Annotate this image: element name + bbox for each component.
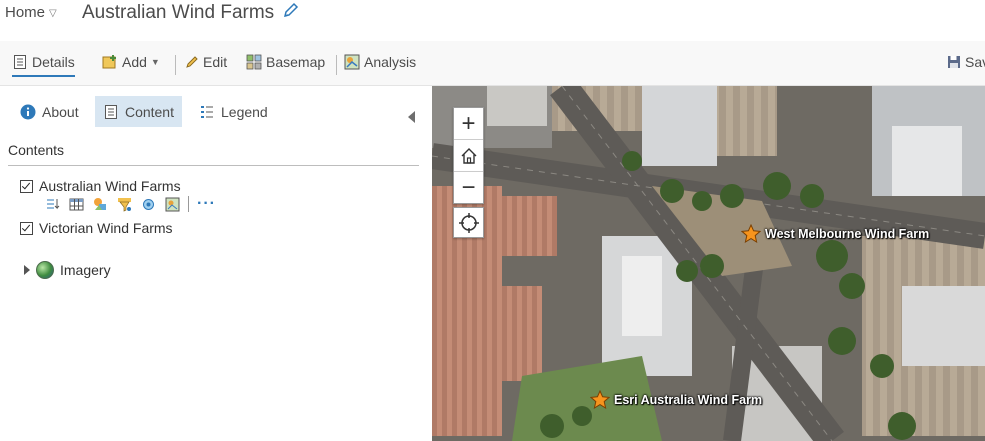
add-layer-icon	[102, 55, 116, 69]
save-button[interactable]: Sav	[947, 54, 985, 70]
details-button[interactable]: Details	[12, 54, 75, 77]
feature-label: West Melbourne Wind Farm	[765, 226, 930, 241]
basemap-button[interactable]: Basemap	[246, 54, 325, 70]
create-labels-icon[interactable]	[164, 196, 180, 212]
analysis-button[interactable]: Analysis	[344, 54, 416, 70]
map-view[interactable]: + − West Melbourne Wind Farm Esri Austra…	[432, 86, 985, 441]
pencil-icon	[186, 56, 198, 68]
main-toolbar: Details Add ▼ Edit Basemap Analysis Sav	[0, 41, 985, 86]
zoom-in-button[interactable]: +	[454, 108, 483, 140]
tab-content[interactable]: Content	[95, 96, 182, 127]
divider	[8, 165, 419, 166]
app-header: Home ▽ Australian Wind Farms	[0, 0, 985, 40]
tab-legend-label: Legend	[221, 103, 268, 120]
edit-button[interactable]: Edit	[185, 54, 227, 70]
chevron-down-icon: ▼	[150, 57, 160, 67]
table-icon[interactable]	[68, 196, 84, 212]
basemap-layer-imagery: Imagery	[24, 261, 111, 279]
save-label: Sav	[965, 54, 985, 70]
edit-title-pencil-icon[interactable]	[282, 1, 300, 25]
zoom-out-button[interactable]: −	[454, 172, 483, 203]
panel-tabs: About Content Legend	[0, 96, 431, 127]
map-feature-west-melbourne[interactable]: West Melbourne Wind Farm	[741, 224, 929, 243]
expand-triangle-icon[interactable]	[24, 265, 30, 275]
show-item-details-icon[interactable]	[44, 196, 60, 212]
layer-label[interactable]: Australian Wind Farms	[39, 178, 181, 194]
layer-label[interactable]: Victorian Wind Farms	[39, 220, 173, 236]
layer-visibility-checkbox[interactable]	[20, 179, 33, 193]
analysis-icon	[344, 54, 360, 70]
contents-heading: Contents	[8, 142, 65, 158]
satellite-imagery	[432, 86, 985, 441]
basemap-grid-icon	[246, 54, 262, 70]
default-extent-button[interactable]	[454, 140, 483, 172]
tab-legend[interactable]: Legend	[191, 96, 276, 127]
basemap-layer-label[interactable]: Imagery	[60, 262, 111, 278]
edit-label: Edit	[203, 54, 228, 70]
collapse-panel-icon[interactable]	[408, 111, 415, 123]
tab-about[interactable]: About	[12, 96, 87, 127]
zoom-control: + −	[453, 107, 484, 204]
map-title: Australian Wind Farms	[82, 2, 275, 23]
info-icon	[20, 104, 36, 119]
legend-icon	[201, 105, 213, 118]
chevron-down-icon: ▽	[49, 8, 57, 19]
perform-analysis-icon[interactable]	[140, 196, 156, 212]
tool-divider	[188, 196, 189, 212]
layer-item-australian-wind-farms: Australian Wind Farms	[20, 178, 181, 194]
add-button[interactable]: Add ▼	[102, 54, 160, 70]
layer-tools: ···	[44, 196, 216, 212]
map-title-area: Australian Wind Farms	[82, 1, 300, 25]
content-panel: About Content Legend Contents Australian…	[0, 86, 431, 441]
toolbar-divider	[175, 55, 176, 75]
map-feature-esri-australia[interactable]: Esri Australia Wind Farm	[590, 390, 762, 409]
star-marker-icon	[741, 224, 761, 243]
feature-label: Esri Australia Wind Farm	[614, 392, 763, 407]
content-list-icon	[104, 104, 117, 119]
layer-item-victorian-wind-farms: Victorian Wind Farms	[20, 220, 173, 236]
home-label: Home	[5, 4, 46, 21]
crosshair-icon	[458, 212, 479, 233]
details-icon	[14, 55, 26, 69]
more-options-icon[interactable]: ···	[197, 196, 216, 212]
basemap-label: Basemap	[266, 54, 326, 70]
home-menu[interactable]: Home ▽	[5, 4, 57, 21]
locate-button[interactable]	[453, 207, 484, 238]
tab-content-label: Content	[124, 103, 174, 120]
star-marker-icon	[590, 390, 610, 409]
details-label: Details	[32, 54, 75, 70]
filter-icon[interactable]	[116, 196, 132, 212]
globe-icon	[36, 261, 54, 279]
layer-visibility-checkbox[interactable]	[20, 221, 33, 235]
home-icon	[461, 147, 476, 164]
toolbar-divider	[336, 55, 337, 75]
change-style-icon[interactable]	[92, 196, 108, 212]
add-label: Add	[122, 54, 147, 70]
save-disk-icon	[948, 56, 960, 68]
tab-about-label: About	[42, 103, 79, 120]
analysis-label: Analysis	[364, 54, 417, 70]
